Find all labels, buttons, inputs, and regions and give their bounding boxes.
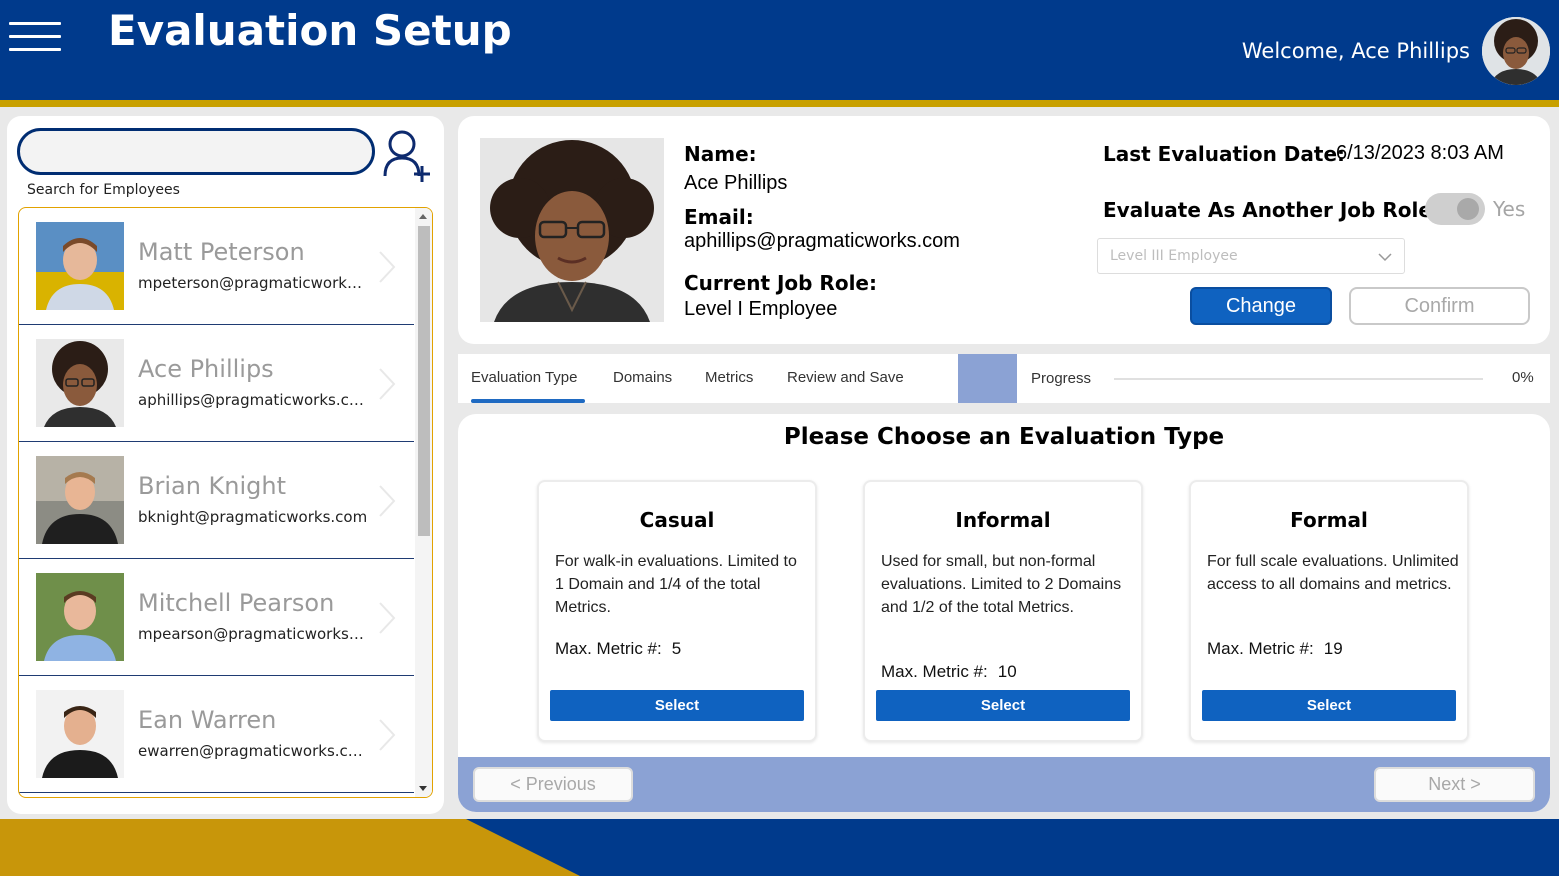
name-label: Name: [684,142,757,166]
chevron-right-icon [377,484,397,518]
scroll-thumb[interactable] [418,226,430,536]
max-metric-value: 19 [1323,639,1343,658]
job-role-dropdown[interactable]: Level III Employee [1097,238,1405,274]
employee-panel: Search for Employees Matt Peterson mpete… [7,116,444,814]
evaluate-as-toggle[interactable] [1425,193,1485,225]
employee-email: mpearson@pragmaticworks.c... [138,625,368,643]
progress-label: Progress [1031,370,1092,387]
wizard-navigation: < Previous Next > [458,757,1550,812]
app-header: Evaluation Setup Welcome, Ace Phillips [0,0,1559,102]
job-role-value: Level I Employee [684,298,838,320]
card-max-metric: Max. Metric #: 5 [555,639,681,659]
hamburger-menu-icon[interactable] [9,22,61,52]
evaluation-type-panel: Please Choose an Evaluation Type Casual … [458,414,1550,812]
email-label: Email: [684,205,754,229]
search-label: Search for Employees [27,182,180,198]
previous-button[interactable]: < Previous [473,767,633,802]
dropdown-value: Level III Employee [1110,248,1238,264]
employee-name: Matt Peterson [138,238,305,266]
select-formal-button[interactable]: Select [1202,690,1456,721]
chevron-down-icon [1378,249,1392,263]
card-title: Casual [639,508,715,532]
profile-photo [480,138,664,322]
job-role-label: Current Job Role: [684,271,877,295]
employee-name: Ace Phillips [138,355,274,383]
employee-photo [36,339,124,427]
tab-domains[interactable]: Domains [613,369,672,386]
employee-email: ewarren@pragmaticworks.com [138,742,368,760]
employee-profile-card: Name: Ace Phillips Email: aphillips@prag… [458,116,1550,344]
employee-search-input[interactable] [17,128,375,175]
evaluation-card-formal: Formal For full scale evaluations. Unlim… [1189,480,1469,742]
add-user-icon[interactable] [382,126,434,182]
employee-email: aphillips@pragmaticworks.com [138,391,368,409]
user-avatar[interactable] [1482,17,1550,85]
card-description: Used for small, but non-formal evaluatio… [881,553,1122,616]
employee-row[interactable]: Ace Phillips aphillips@pragmaticworks.co… [19,325,414,442]
employee-row[interactable]: Brian Knight bknight@pragmaticworks.com [19,442,414,559]
evaluate-as-label: Evaluate As Another Job Role? [1103,198,1444,222]
tab-review-and-save[interactable]: Review and Save [787,369,904,386]
employee-row[interactable]: Ean Warren ewarren@pragmaticworks.com [19,676,414,793]
progress-value: 0% [1512,369,1534,386]
next-button[interactable]: Next > [1374,767,1535,802]
card-description: For walk-in evaluations. Limited to 1 Do… [555,553,797,616]
evaluation-card-casual: Casual For walk-in evaluations. Limited … [537,480,817,742]
scroll-up-icon[interactable] [419,214,427,219]
welcome-text: Welcome, Ace Phillips [1241,39,1470,63]
max-metric-label: Max. Metric #: [1207,639,1314,658]
employee-name: Brian Knight [138,472,287,500]
evaluation-type-heading: Please Choose an Evaluation Type [783,424,1225,450]
footer-accent [0,819,580,876]
select-casual-button[interactable]: Select [550,690,804,721]
toggle-label: Yes [1493,197,1526,221]
tab-evaluation-type[interactable]: Evaluation Type [471,369,577,386]
progress-bar [1114,378,1483,380]
evaluation-card-informal: Informal Used for small, but non-formal … [863,480,1143,742]
employee-photo [36,222,124,310]
max-metric-value: 5 [671,639,682,658]
employee-row[interactable]: Mitchell Pearson mpearson@pragmaticworks… [19,559,414,676]
card-max-metric: Max. Metric #: 10 [881,662,1017,682]
chevron-right-icon [377,250,397,284]
scroll-down-icon[interactable] [419,786,427,791]
employee-photo [36,573,124,661]
max-metric-value: 10 [997,662,1017,681]
employee-list-scrollbar[interactable] [415,208,432,797]
chevron-right-icon [377,601,397,635]
employee-photo [36,690,124,778]
card-max-metric: Max. Metric #: 19 [1207,639,1343,659]
footer-banner [0,819,1559,876]
card-title: Formal [1290,508,1368,532]
active-tab-indicator [471,399,585,403]
max-metric-label: Max. Metric #: [555,639,662,658]
card-description: For full scale evaluations. Unlimited ac… [1207,553,1459,593]
max-metric-label: Max. Metric #: [881,662,988,681]
tab-metrics[interactable]: Metrics [705,369,753,386]
employee-name: Mitchell Pearson [138,589,335,617]
employee-email: bknight@pragmaticworks.com [138,508,368,526]
employee-email: mpeterson@pragmaticworks.... [138,274,368,292]
chevron-right-icon [377,718,397,752]
header-accent-line [0,100,1559,107]
wizard-tabs: Evaluation Type Domains Metrics Review a… [458,354,1550,403]
name-value: Ace Phillips [684,172,788,194]
employee-list: Matt Peterson mpeterson@pragmaticworks..… [18,207,433,798]
tabs-divider-block [958,354,1017,403]
card-title: Informal [955,508,1051,532]
chevron-right-icon [377,367,397,401]
email-value: aphillips@pragmaticworks.com [684,230,960,252]
last-evaluation-label: Last Evaluation Date: [1103,142,1346,166]
employee-photo [36,456,124,544]
select-informal-button[interactable]: Select [876,690,1130,721]
page-title: Evaluation Setup [108,6,512,55]
employee-name: Ean Warren [138,706,277,734]
employee-row[interactable]: Matt Peterson mpeterson@pragmaticworks..… [19,208,414,325]
change-button[interactable]: Change [1190,287,1332,325]
last-evaluation-date: 6/13/2023 8:03 AM [1336,142,1504,164]
confirm-button[interactable]: Confirm [1349,287,1530,325]
